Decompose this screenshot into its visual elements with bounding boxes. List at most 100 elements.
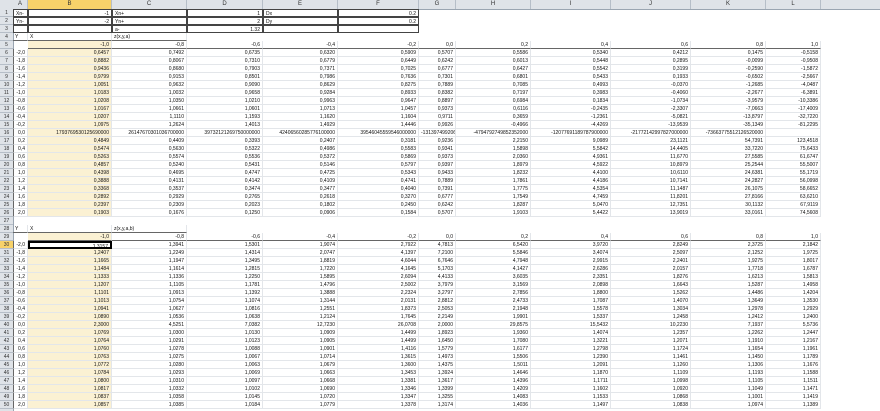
table-cell[interactable]: 2,5097: [611, 249, 691, 257]
table-cell[interactable]: 1,0385: [112, 401, 187, 409]
table-cell[interactable]: 2,6094: [338, 273, 419, 281]
table-cell[interactable]: 1,4646: [456, 369, 531, 377]
row-header[interactable]: 19: [0, 153, 13, 161]
table-cell[interactable]: -131397499206490000: [419, 129, 456, 137]
table-cell[interactable]: -21772142997827000000: [611, 129, 691, 137]
table-cell[interactable]: 1,4375: [419, 361, 456, 369]
table-cell[interactable]: 4,4186: [531, 177, 611, 185]
table-cell[interactable]: 15,5432: [531, 321, 611, 329]
table-cell[interactable]: 1,4499: [338, 337, 419, 345]
table-cell[interactable]: 2,0131: [338, 297, 419, 305]
table-cell[interactable]: 1,0310: [112, 377, 187, 385]
table-cell[interactable]: 0,4131: [112, 177, 187, 185]
y-value-cell[interactable]: 1,8: [13, 393, 28, 401]
table-cell[interactable]: 25,2544: [691, 161, 766, 169]
x-value-header[interactable]: 0,8: [691, 41, 766, 49]
table-cell[interactable]: 0,5433: [531, 73, 611, 81]
table-cell[interactable]: 0,7492: [112, 49, 187, 57]
table-cell[interactable]: 4,1427: [456, 265, 531, 273]
table-cell[interactable]: 1,2400: [766, 313, 821, 321]
row-header[interactable]: 44: [0, 353, 13, 361]
table-cell[interactable]: 0,2765: [187, 193, 263, 201]
table-cell[interactable]: 1,0102: [187, 385, 263, 393]
table-cell[interactable]: 1,0207: [28, 113, 112, 121]
table-cell[interactable]: 0,3368: [28, 185, 112, 193]
table-cell[interactable]: 2,0898: [531, 281, 611, 289]
table-cell[interactable]: -0,5158: [766, 49, 821, 57]
table-cell[interactable]: 67,9119: [766, 201, 821, 209]
row-header[interactable]: 46: [0, 369, 13, 377]
table-cell[interactable]: 1,2262: [691, 329, 766, 337]
table-cell[interactable]: 0,9632: [112, 81, 187, 89]
table-cell[interactable]: 2,8812: [419, 297, 456, 305]
table-cell[interactable]: 1,1109: [611, 369, 691, 377]
column-header-e[interactable]: E: [263, 0, 338, 9]
row-header[interactable]: 36: [0, 289, 13, 297]
y-value-cell[interactable]: 2,0: [13, 209, 28, 217]
table-cell[interactable]: 11,6770: [611, 153, 691, 161]
table-cell[interactable]: 1,1260: [611, 361, 691, 369]
param-value[interactable]: -2: [28, 17, 112, 25]
table-cell[interactable]: 1,4209: [456, 385, 531, 393]
table-cell[interactable]: 0,9436: [28, 65, 112, 73]
table-cell[interactable]: 0,9341: [419, 145, 456, 153]
table-cell[interactable]: 1,0183: [28, 89, 112, 97]
table-cell[interactable]: 1,0145: [187, 393, 263, 401]
table-cell[interactable]: 1,4314: [187, 249, 263, 257]
table-cell[interactable]: 1793769530125690000: [28, 129, 112, 137]
y-value-cell[interactable]: 0,4: [13, 145, 28, 153]
table-cell[interactable]: 2,3351: [531, 273, 611, 281]
table-cell[interactable]: 1,2458: [611, 313, 691, 321]
y-value-cell[interactable]: -0,8: [13, 289, 28, 297]
table-cell[interactable]: -1,2685: [691, 81, 766, 89]
table-cell[interactable]: 0,9236: [419, 137, 456, 145]
table-cell[interactable]: [766, 129, 821, 137]
table-cell[interactable]: 1,0909: [263, 329, 338, 337]
table-cell[interactable]: 26,0708: [338, 321, 419, 329]
table-cell[interactable]: 1,1450: [691, 353, 766, 361]
table-cell[interactable]: 0,1933: [611, 73, 691, 81]
param-value[interactable]: [28, 25, 112, 33]
row-header[interactable]: 8: [0, 65, 13, 73]
row-header[interactable]: 15: [0, 121, 13, 129]
table-cell[interactable]: 0,7301: [419, 73, 456, 81]
table-cell[interactable]: 1,0638: [187, 313, 263, 321]
table-cell[interactable]: 1,5011: [456, 361, 531, 369]
table-cell[interactable]: 0,6320: [263, 49, 338, 57]
table-cell[interactable]: 1,3617: [419, 377, 456, 385]
table-cell[interactable]: 39732121269750000000: [187, 129, 263, 137]
table-cell[interactable]: 1,1333: [28, 273, 112, 281]
table-cell[interactable]: 1,7220: [263, 265, 338, 273]
table-cell[interactable]: 0,5474: [28, 145, 112, 153]
table-cell[interactable]: 1,4958: [766, 281, 821, 289]
table-cell[interactable]: 0,8275: [338, 81, 419, 89]
table-cell[interactable]: 0,3983: [531, 89, 611, 97]
table-cell[interactable]: -0,6502: [691, 73, 766, 81]
table-cell[interactable]: 2,4733: [456, 297, 531, 305]
table-cell[interactable]: 1,1207: [28, 281, 112, 289]
table-cell[interactable]: 1,3157: [28, 241, 112, 249]
y-value-cell[interactable]: -0,6: [13, 297, 28, 305]
table-cell[interactable]: 0,4857: [28, 161, 112, 169]
table-cell[interactable]: -4,4269: [531, 121, 611, 129]
table-cell[interactable]: -13,9539: [611, 121, 691, 129]
table-cell[interactable]: 1,6643: [611, 281, 691, 289]
y-value-cell[interactable]: 0,8: [13, 353, 28, 361]
table-cell[interactable]: 0,4747: [187, 169, 263, 177]
table-cell[interactable]: 4,9361: [531, 153, 611, 161]
row-header[interactable]: 6: [0, 49, 13, 57]
table-cell[interactable]: 1,0760: [28, 345, 112, 353]
table-cell[interactable]: 1,0920: [611, 385, 691, 393]
table-cell[interactable]: 4,7459: [531, 193, 611, 201]
x-value-header[interactable]: 1,0: [766, 41, 821, 49]
table-cell[interactable]: 1,0088: [187, 345, 263, 353]
table-cell[interactable]: 0,6777: [419, 65, 456, 73]
column-header-k[interactable]: K: [691, 0, 766, 9]
table-cell[interactable]: 1,0905: [263, 337, 338, 345]
table-cell[interactable]: 1,1389: [766, 401, 821, 409]
table-cell[interactable]: 1,1961: [766, 345, 821, 353]
table-cell[interactable]: 1,0358: [112, 393, 187, 401]
table-cell[interactable]: 1,2624: [112, 121, 187, 129]
table-cell[interactable]: 1,1497: [531, 401, 611, 409]
y-value-cell[interactable]: -0,8: [13, 97, 28, 105]
